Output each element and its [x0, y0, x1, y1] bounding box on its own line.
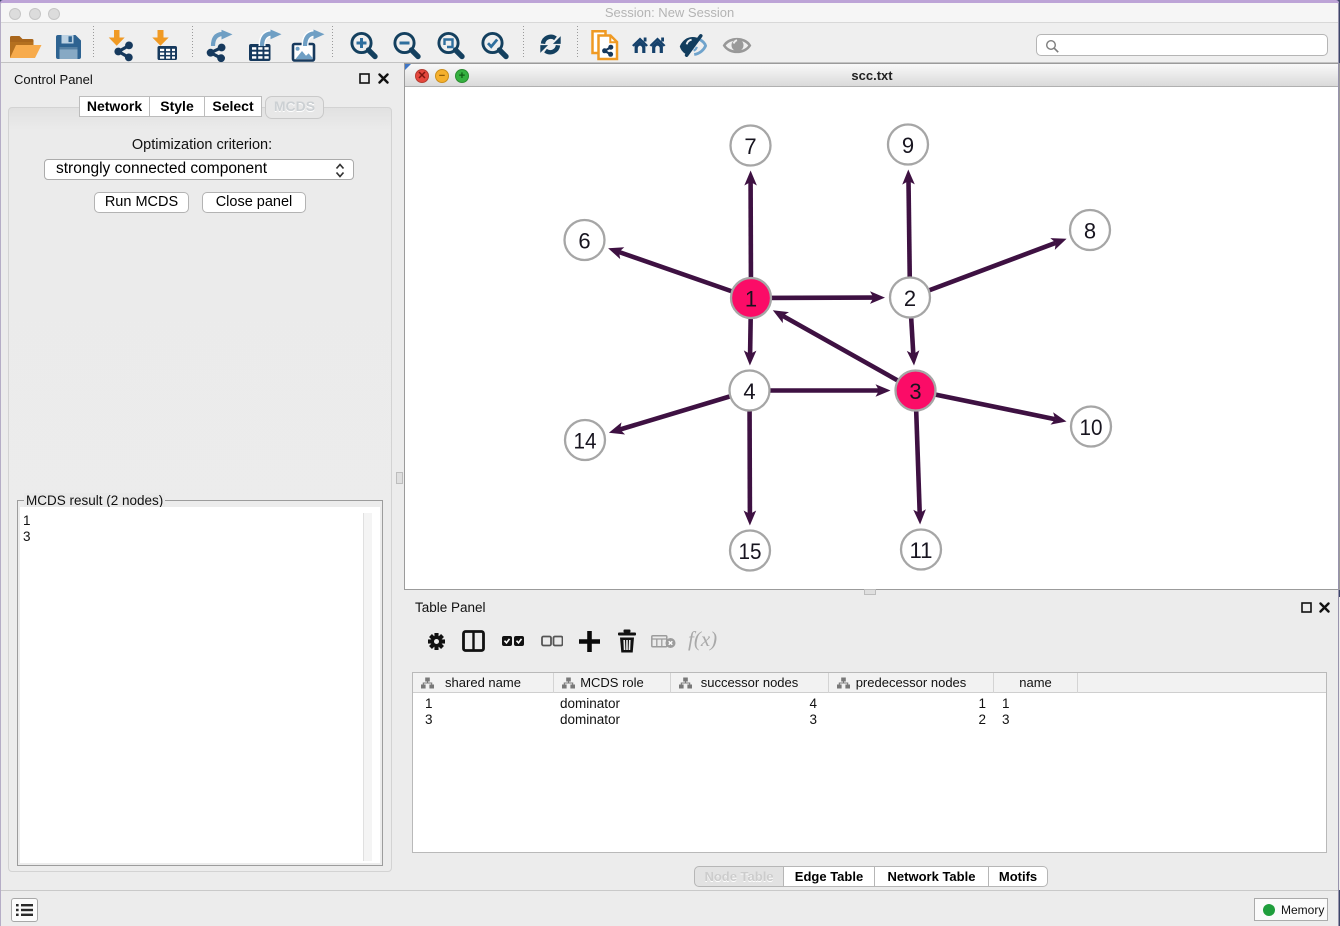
svg-text:2: 2: [904, 286, 916, 311]
svg-text:7: 7: [744, 134, 756, 159]
svg-text:10: 10: [1080, 415, 1103, 440]
svg-text:3: 3: [909, 379, 921, 404]
svg-text:1: 1: [745, 286, 757, 311]
svg-text:6: 6: [578, 228, 590, 253]
svg-text:8: 8: [1084, 218, 1096, 243]
svg-text:4: 4: [743, 379, 755, 404]
svg-text:15: 15: [739, 539, 762, 564]
svg-text:11: 11: [910, 538, 933, 563]
svg-text:14: 14: [574, 428, 597, 453]
svg-text:9: 9: [902, 133, 914, 158]
